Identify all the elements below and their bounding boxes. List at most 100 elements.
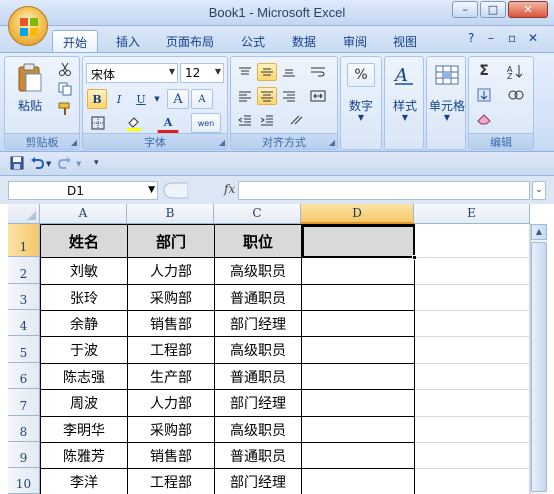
table-cell[interactable]: 部门经理 bbox=[215, 390, 302, 417]
bold-button[interactable]: B bbox=[87, 89, 107, 109]
cells-icon[interactable] bbox=[434, 63, 460, 87]
row-header-9[interactable]: 9 bbox=[8, 442, 40, 468]
row-header-6[interactable]: 6 bbox=[8, 363, 40, 389]
eraser-icon[interactable] bbox=[473, 109, 495, 129]
table-cell[interactable]: 人力部 bbox=[128, 258, 215, 285]
table-cell[interactable]: 普通职员 bbox=[215, 443, 302, 469]
ribbon-minimize-button[interactable]: – bbox=[488, 31, 494, 45]
table-cell[interactable]: 陈雅芳 bbox=[41, 443, 128, 469]
font-name-select[interactable]: 宋体 ▼ bbox=[86, 63, 178, 83]
table-cell[interactable] bbox=[302, 337, 415, 364]
tab-data[interactable]: 数据 bbox=[282, 30, 326, 52]
fill-icon[interactable] bbox=[473, 85, 495, 105]
alignment-launcher-icon[interactable]: ◢ bbox=[329, 138, 335, 147]
column-header-d[interactable]: D bbox=[301, 204, 414, 224]
row-header-3[interactable]: 3 bbox=[8, 284, 40, 310]
table-cell[interactable] bbox=[302, 285, 415, 311]
fill-handle[interactable] bbox=[412, 255, 417, 260]
save-icon[interactable] bbox=[10, 156, 24, 173]
tab-page-layout[interactable]: 页面布局 bbox=[156, 30, 224, 52]
autosum-button[interactable]: Σ bbox=[473, 61, 495, 81]
table-cell[interactable]: 工程部 bbox=[128, 337, 215, 364]
table-cell[interactable]: 张玲 bbox=[41, 285, 128, 311]
table-cell[interactable] bbox=[302, 390, 415, 417]
paste-icon[interactable] bbox=[17, 63, 43, 93]
align-middle-icon[interactable] bbox=[257, 63, 277, 81]
tab-insert[interactable]: 插入 bbox=[106, 30, 150, 52]
percent-icon[interactable]: % bbox=[347, 63, 375, 87]
styles-icon[interactable]: A bbox=[391, 63, 417, 87]
minimize-button[interactable]: – bbox=[452, 1, 478, 18]
cut-icon[interactable] bbox=[57, 61, 73, 77]
row-header-4[interactable]: 4 bbox=[8, 310, 40, 336]
paste-button[interactable]: 粘贴 bbox=[13, 97, 47, 114]
undo-icon[interactable] bbox=[30, 156, 45, 173]
table-cell[interactable]: 工程部 bbox=[128, 469, 215, 494]
cells-button[interactable]: 单元格 bbox=[427, 97, 467, 114]
table-cell[interactable]: 高级职员 bbox=[215, 417, 302, 443]
formula-handle-icon[interactable] bbox=[162, 181, 188, 200]
table-cell[interactable]: 人力部 bbox=[128, 390, 215, 417]
vertical-scrollbar[interactable]: ▲ bbox=[530, 224, 547, 494]
ribbon-close-button[interactable]: ✕ bbox=[528, 31, 538, 45]
table-cell[interactable]: 高级职员 bbox=[215, 258, 302, 285]
orientation-icon[interactable] bbox=[283, 111, 313, 129]
table-cell[interactable]: 销售部 bbox=[128, 443, 215, 469]
phonetic-button[interactable]: wen bbox=[191, 113, 221, 133]
table-cell[interactable]: 部门经理 bbox=[215, 469, 302, 494]
close-button[interactable]: ✕ bbox=[508, 1, 548, 18]
increase-indent-icon[interactable] bbox=[257, 111, 277, 129]
maximize-button[interactable]: □ bbox=[480, 1, 506, 18]
italic-button[interactable]: I bbox=[109, 89, 129, 109]
customize-qat-icon[interactable]: ▾ bbox=[94, 158, 99, 168]
column-header-a[interactable]: A bbox=[40, 204, 127, 224]
font-launcher-icon[interactable]: ◢ bbox=[219, 138, 225, 147]
sort-filter-icon[interactable]: AZ bbox=[503, 61, 529, 81]
row-header-1[interactable]: 1 bbox=[8, 224, 40, 257]
column-header-b[interactable]: B bbox=[127, 204, 214, 224]
fill-color-icon[interactable] bbox=[123, 113, 145, 133]
table-cell[interactable] bbox=[302, 258, 415, 285]
table-cell[interactable]: 李洋 bbox=[41, 469, 128, 494]
table-cell[interactable]: 部门经理 bbox=[215, 311, 302, 337]
align-bottom-icon[interactable] bbox=[279, 63, 299, 81]
align-center-icon[interactable] bbox=[257, 87, 277, 105]
styles-button[interactable]: 样式 bbox=[385, 97, 425, 114]
row-header-10[interactable]: 10 bbox=[8, 468, 40, 494]
table-cell[interactable] bbox=[302, 311, 415, 337]
scrollbar-thumb[interactable] bbox=[531, 242, 547, 492]
font-size-select[interactable]: 12 ▼ bbox=[180, 63, 224, 83]
column-header-e[interactable]: E bbox=[414, 204, 530, 224]
row-header-7[interactable]: 7 bbox=[8, 389, 40, 416]
table-cell[interactable] bbox=[302, 364, 415, 390]
undo-dropdown-icon[interactable]: ▼ bbox=[46, 160, 51, 168]
table-cell[interactable]: 于波 bbox=[41, 337, 128, 364]
office-button[interactable] bbox=[8, 6, 48, 46]
cell-d1-selected[interactable] bbox=[302, 225, 415, 258]
wrap-text-icon[interactable] bbox=[305, 63, 331, 81]
table-cell[interactable]: 普通职员 bbox=[215, 364, 302, 390]
scroll-up-icon[interactable]: ▲ bbox=[531, 224, 547, 240]
select-all-button[interactable] bbox=[8, 204, 40, 224]
underline-dropdown-icon[interactable]: ▼ bbox=[153, 89, 161, 109]
decrease-indent-icon[interactable] bbox=[235, 111, 255, 129]
help-icon[interactable]: ? bbox=[468, 31, 474, 45]
table-cell[interactable]: 采购部 bbox=[128, 285, 215, 311]
shrink-font-button[interactable]: A bbox=[191, 89, 213, 109]
align-left-icon[interactable] bbox=[235, 87, 255, 105]
tab-home[interactable]: 开始 bbox=[52, 30, 99, 52]
cell-c1[interactable]: 职位 bbox=[215, 225, 302, 258]
find-select-icon[interactable] bbox=[503, 85, 529, 105]
tab-view[interactable]: 视图 bbox=[383, 30, 427, 52]
table-cell[interactable]: 采购部 bbox=[128, 417, 215, 443]
table-cell[interactable]: 陈志强 bbox=[41, 364, 128, 390]
table-cell[interactable]: 刘敏 bbox=[41, 258, 128, 285]
table-cell[interactable]: 销售部 bbox=[128, 311, 215, 337]
table-cell[interactable] bbox=[302, 469, 415, 494]
column-header-c[interactable]: C bbox=[214, 204, 301, 224]
table-cell[interactable]: 高级职员 bbox=[215, 337, 302, 364]
copy-icon[interactable] bbox=[57, 81, 73, 97]
align-top-icon[interactable] bbox=[235, 63, 255, 81]
grow-font-button[interactable]: A bbox=[167, 89, 189, 109]
row-header-2[interactable]: 2 bbox=[8, 257, 40, 284]
